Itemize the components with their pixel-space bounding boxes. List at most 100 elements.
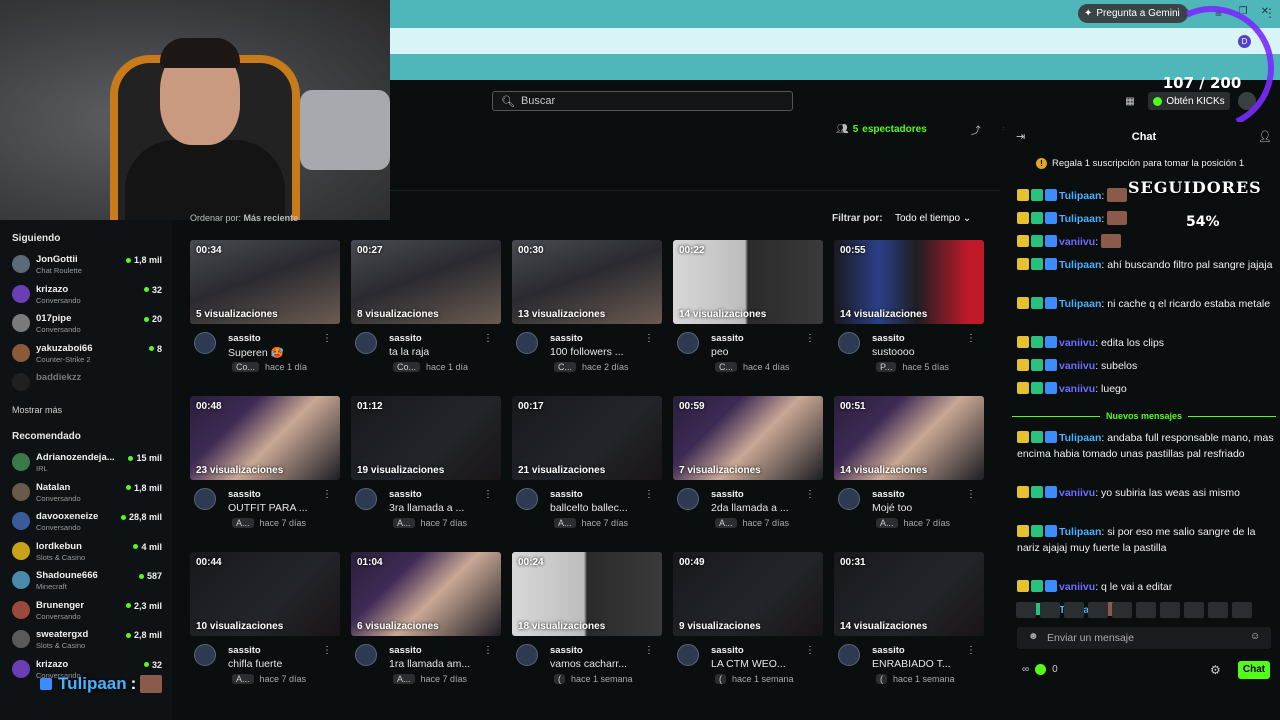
category-badge[interactable]: C...	[715, 362, 738, 372]
channel-avatar[interactable]	[677, 332, 699, 354]
clip-thumbnail[interactable]: 00:44 10 visualizaciones	[190, 552, 340, 636]
channel-avatar[interactable]	[838, 644, 860, 666]
chat-message[interactable]: Tulipaan:	[1017, 211, 1275, 227]
clip-card[interactable]: 01:12 19 visualizaciones sassito 3ra llamad…	[351, 396, 501, 541]
clip-thumbnail[interactable]: 01:12 19 visualizaciones	[351, 396, 501, 480]
chat-message[interactable]: vaniivu: subelos	[1017, 358, 1275, 374]
clip-channel[interactable]: sassito	[872, 333, 905, 344]
chat-message[interactable]: Tulipaan: ni cache q el ricardo estaba m…	[1017, 296, 1275, 312]
sidebar-channel[interactable]: JonGottii Chat Roulette 1,8 mil	[12, 253, 162, 281]
chat-message[interactable]: Tulipaan: andaba full responsable mano, …	[1017, 430, 1275, 462]
more-options-icon[interactable]: ⋮	[805, 333, 815, 344]
clip-channel[interactable]: sassito	[550, 333, 583, 344]
chat-message-input[interactable]: Enviar un mensaje	[1017, 627, 1271, 649]
more-options-icon[interactable]: ⋮	[805, 645, 815, 656]
channel-avatar[interactable]	[516, 332, 538, 354]
gear-icon[interactable]: ⚙	[1210, 663, 1221, 677]
clip-channel[interactable]: sassito	[389, 333, 422, 344]
gift-sub-banner[interactable]: ! Regala 1 suscripción para tomar la pos…	[1036, 158, 1244, 169]
clip-title[interactable]: OUTFIT PARA ...	[228, 502, 308, 514]
clip-title[interactable]: vamos cacharr...	[550, 658, 627, 670]
chat-username[interactable]: vaniivu	[1059, 581, 1095, 593]
collapse-chat-icon[interactable]: ⇥	[1016, 130, 1025, 143]
clip-thumbnail[interactable]: 00:24 18 visualizaciones	[512, 552, 662, 636]
channel-avatar[interactable]	[677, 644, 699, 666]
more-options-icon[interactable]: ⋮	[644, 489, 654, 500]
clip-card[interactable]: 00:51 14 visualizaciones sassito Mojé too ⋮ A…	[834, 396, 984, 541]
clip-title[interactable]: ENRABIADO T...	[872, 658, 951, 670]
clip-card[interactable]: 00:48 23 visualizaciones sassito OUTFIT PAR…	[190, 396, 340, 541]
more-options-icon[interactable]: ⋮	[483, 333, 493, 344]
more-options-icon[interactable]: ⋮	[644, 645, 654, 656]
more-options-icon[interactable]: ⋮	[322, 645, 332, 656]
clip-channel[interactable]: sassito	[228, 645, 261, 656]
clip-thumbnail[interactable]: 00:59 7 visualizaciones	[673, 396, 823, 480]
category-badge[interactable]: (	[554, 674, 565, 684]
clip-title[interactable]: chifla fuerte	[228, 658, 282, 670]
chat-username[interactable]: Tulipaan	[1059, 298, 1101, 310]
clip-thumbnail[interactable]: 00:17 21 visualizaciones	[512, 396, 662, 480]
emote-bar[interactable]	[1016, 602, 1274, 620]
chat-message[interactable]: vaniivu:	[1017, 234, 1275, 250]
category-badge[interactable]: A...	[232, 674, 254, 684]
clip-channel[interactable]: sassito	[711, 645, 744, 656]
clip-title[interactable]: peo	[711, 346, 729, 358]
chat-username[interactable]: Tulipaan	[1059, 259, 1101, 271]
sidebar-channel[interactable]: davooxeneize Conversando 28,8 mil	[12, 510, 162, 538]
category-badge[interactable]: C...	[554, 362, 577, 372]
channel-avatar[interactable]	[838, 332, 860, 354]
clip-thumbnail[interactable]: 00:31 14 visualizaciones	[834, 552, 984, 636]
channel-avatar[interactable]	[194, 644, 216, 666]
category-badge[interactable]: Co...	[393, 362, 421, 372]
clip-card[interactable]: 00:24 18 visualizaciones sassito vamos cach…	[512, 552, 662, 697]
clip-title[interactable]: 100 followers ...	[550, 346, 624, 358]
clip-thumbnail[interactable]: 00:55 14 visualizaciones	[834, 240, 984, 324]
category-badge[interactable]: A...	[393, 518, 415, 528]
channel-avatar[interactable]	[194, 332, 216, 354]
clip-card[interactable]: 00:34 5 visualizaciones sassito Superen 🥵 ⋮ C…	[190, 240, 340, 385]
clip-channel[interactable]: sassito	[389, 645, 422, 656]
clip-channel[interactable]: sassito	[872, 645, 905, 656]
more-options-icon[interactable]: ⋮	[322, 333, 332, 344]
chat-username[interactable]: Tulipaan	[1059, 213, 1101, 225]
new-messages-divider[interactable]: Nuevos mensajes	[1012, 410, 1277, 422]
clip-title[interactable]: ta la raja	[389, 346, 429, 358]
clip-title[interactable]: sustoooo	[872, 346, 915, 358]
browse-icon[interactable]: ▦	[1122, 92, 1138, 110]
chat-settings-icon[interactable]: ☻	[1028, 631, 1039, 642]
clip-title[interactable]: Mojé too	[872, 502, 912, 514]
chat-username[interactable]: vaniivu	[1059, 360, 1095, 372]
clip-title[interactable]: 3ra llamada a ...	[389, 502, 464, 514]
sidebar-channel[interactable]: Natalan Conversando 1,8 mil	[12, 481, 162, 509]
category-badge[interactable]: A...	[393, 674, 415, 684]
share-icon[interactable]: ⤴	[971, 122, 981, 137]
clip-title[interactable]: 1ra llamada am...	[389, 658, 470, 670]
clip-thumbnail[interactable]: 00:51 14 visualizaciones	[834, 396, 984, 480]
clip-channel[interactable]: sassito	[228, 333, 261, 344]
sidebar-channel[interactable]: Shadoune666 Minecraft 587	[12, 569, 162, 597]
chat-username[interactable]: vaniivu	[1059, 236, 1095, 248]
chat-username[interactable]: vaniivu	[1059, 487, 1095, 499]
filter-select[interactable]: Todo el tiempo ⌄	[895, 213, 971, 224]
clip-card[interactable]: 01:04 6 visualizaciones sassito 1ra llamada…	[351, 552, 501, 697]
clip-card[interactable]: 00:31 14 visualizaciones sassito ENRABIADO …	[834, 552, 984, 697]
chat-username[interactable]: Tulipaan	[1059, 432, 1101, 444]
clip-thumbnail[interactable]: 00:34 5 visualizaciones	[190, 240, 340, 324]
chat-username[interactable]: vaniivu	[1059, 383, 1095, 395]
clip-thumbnail[interactable]: 00:48 23 visualizaciones	[190, 396, 340, 480]
category-badge[interactable]: A...	[232, 518, 254, 528]
chat-message[interactable]: vaniivu: q le vai a editar	[1017, 579, 1275, 595]
clip-card[interactable]: 00:59 7 visualizaciones sassito 2da llamada…	[673, 396, 823, 541]
channel-avatar[interactable]	[355, 488, 377, 510]
channel-avatar[interactable]	[838, 488, 860, 510]
more-options-icon[interactable]: ⋮	[966, 489, 976, 500]
category-badge[interactable]: A...	[715, 518, 737, 528]
chat-users-icon[interactable]: 👤︎	[1258, 130, 1272, 143]
more-options-icon[interactable]: ⋮	[966, 333, 976, 344]
sidebar-channel[interactable]: sweatergxd Slots & Casino 2,8 mil	[12, 628, 162, 656]
more-options-icon[interactable]: ⋮	[483, 489, 493, 500]
clip-thumbnail[interactable]: 00:22 14 visualizaciones	[673, 240, 823, 324]
channel-avatar[interactable]	[194, 488, 216, 510]
chat-message[interactable]: vaniivu: luego	[1017, 381, 1275, 397]
clip-channel[interactable]: sassito	[389, 489, 422, 500]
